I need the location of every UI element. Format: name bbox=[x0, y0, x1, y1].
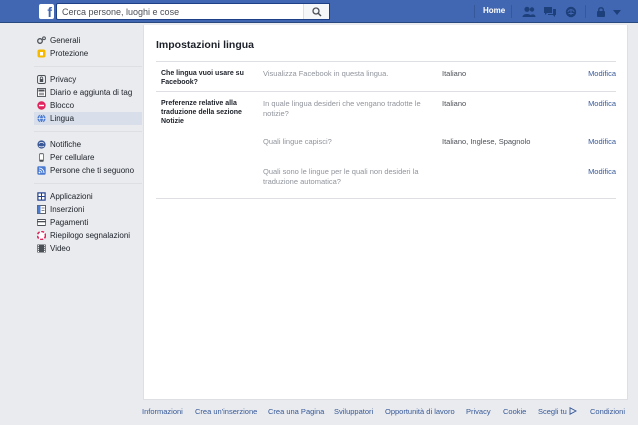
shield-icon bbox=[37, 49, 46, 58]
friend-requests-icon[interactable] bbox=[522, 5, 536, 18]
setting-description: Quali lingue capisci? bbox=[263, 137, 332, 146]
privacy-shortcuts-icon[interactable] bbox=[594, 5, 608, 18]
sidebar-item-label: Per cellulare bbox=[50, 153, 95, 162]
sidebar-item-applicazioni[interactable]: Applicazioni bbox=[34, 190, 142, 203]
sidebar-item-label: Video bbox=[50, 244, 71, 253]
setting-sub-row: Quali sono le lingue per le quali non de… bbox=[156, 160, 616, 199]
search-button[interactable] bbox=[303, 4, 329, 19]
setting-value: Italiano bbox=[442, 99, 467, 108]
setting-description: Quali sono le lingue per le quali non de… bbox=[263, 167, 419, 186]
mobile-icon bbox=[37, 153, 46, 162]
apps-icon bbox=[37, 192, 46, 201]
language-settings-table: Che lingua vuoi usare su Facebook? Visua… bbox=[156, 61, 616, 199]
sidebar-item-pagamenti[interactable]: Pagamenti bbox=[34, 216, 142, 229]
globe-icon bbox=[37, 114, 46, 123]
sidebar-item-label: Applicazioni bbox=[50, 192, 93, 201]
nav-separator bbox=[585, 5, 586, 18]
sidebar-item-video[interactable]: Video bbox=[34, 242, 142, 255]
sidebar-divider bbox=[34, 66, 142, 67]
search-box bbox=[56, 3, 330, 20]
footer-link-crea-pagina[interactable]: Crea una Pagina bbox=[268, 407, 324, 416]
sidebar-item-lingua[interactable]: Lingua bbox=[34, 112, 142, 125]
video-icon bbox=[37, 244, 46, 253]
sidebar-item-generali[interactable]: Generali bbox=[34, 34, 142, 47]
sidebar-item-diario[interactable]: Diario e aggiunta di tag bbox=[34, 86, 142, 99]
settings-content-panel: Impostazioni lingua Che lingua vuoi usar… bbox=[143, 25, 628, 400]
sidebar-item-label: Riepilogo segnalazioni bbox=[50, 231, 131, 240]
settings-sidebar: Generali Protezione Privacy Diario e agg… bbox=[34, 34, 142, 255]
home-link[interactable]: Home bbox=[483, 6, 505, 15]
sidebar-item-persone-che-ti-seguono[interactable]: Persone che ti seguono bbox=[34, 164, 142, 177]
sidebar-item-label: Persone che ti seguono bbox=[50, 166, 135, 175]
footer-link-scegli-tu[interactable]: Scegli tu bbox=[538, 407, 577, 416]
sidebar-divider bbox=[34, 131, 142, 132]
sidebar-item-per-cellulare[interactable]: Per cellulare bbox=[34, 151, 142, 164]
edit-link[interactable]: Modifica bbox=[588, 69, 616, 78]
messages-icon[interactable] bbox=[543, 5, 557, 18]
edit-link[interactable]: Modifica bbox=[588, 99, 616, 108]
footer-link-label: Scegli tu bbox=[538, 407, 567, 416]
setting-sub-row: In quale lingua desideri che vengano tra… bbox=[156, 92, 616, 130]
page-title: Impostazioni lingua bbox=[156, 39, 255, 51]
sidebar-item-label: Protezione bbox=[50, 49, 89, 58]
support-inbox-icon bbox=[36, 230, 47, 241]
sidebar-item-notifiche[interactable]: Notifiche bbox=[34, 138, 142, 151]
lock-icon bbox=[37, 75, 46, 84]
timeline-icon bbox=[37, 88, 46, 97]
sidebar-item-privacy[interactable]: Privacy bbox=[34, 73, 142, 86]
sidebar-item-label: Inserzioni bbox=[50, 205, 85, 214]
notifications-icon[interactable] bbox=[564, 5, 578, 18]
facebook-logo[interactable]: f bbox=[39, 4, 54, 19]
sidebar-item-label: Pagamenti bbox=[50, 218, 89, 227]
setting-description: Visualizza Facebook in questa lingua. bbox=[263, 69, 389, 78]
rss-icon bbox=[37, 166, 46, 175]
nav-separator bbox=[511, 5, 512, 18]
sidebar-item-label: Diario e aggiunta di tag bbox=[50, 88, 133, 97]
gear-icon bbox=[37, 36, 46, 45]
sidebar-item-label: Lingua bbox=[50, 114, 75, 123]
setting-value: Italiano bbox=[442, 69, 467, 78]
setting-description: In quale lingua desideri che vengano tra… bbox=[263, 99, 421, 118]
payments-icon bbox=[36, 218, 47, 227]
footer-link-sviluppatori[interactable]: Sviluppatori bbox=[334, 407, 373, 416]
setting-sub-row: Visualizza Facebook in questa lingua. It… bbox=[156, 62, 616, 92]
sidebar-item-protezione[interactable]: Protezione bbox=[34, 47, 142, 60]
top-navigation-bar: f Home bbox=[0, 0, 638, 23]
sidebar-item-label: Privacy bbox=[50, 75, 77, 84]
sidebar-item-label: Generali bbox=[50, 36, 81, 45]
search-input[interactable] bbox=[57, 4, 297, 19]
sidebar-item-label: Notifiche bbox=[50, 140, 82, 149]
footer-link-cookie[interactable]: Cookie bbox=[503, 407, 526, 416]
setting-row-facebook-language: Che lingua vuoi usare su Facebook? Visua… bbox=[156, 62, 616, 92]
ads-icon bbox=[37, 205, 46, 214]
footer-link-informazioni[interactable]: Informazioni bbox=[142, 407, 183, 416]
sidebar-divider bbox=[34, 183, 142, 184]
setting-value: Italiano, Inglese, Spagnolo bbox=[442, 137, 531, 146]
setting-row-news-feed-translation: Preferenze relative alla traduzione dell… bbox=[156, 92, 616, 199]
footer-link-opportunita-di-lavoro[interactable]: Opportunità di lavoro bbox=[385, 407, 455, 416]
footer-link-condizioni[interactable]: Condizioni bbox=[590, 407, 625, 416]
notifications-globe-icon bbox=[37, 140, 46, 149]
footer-link-crea-inserzione[interactable]: Crea un'inserzione bbox=[195, 407, 257, 416]
footer: Informazioni Crea un'inserzione Crea una… bbox=[142, 407, 632, 419]
nav-separator bbox=[474, 5, 475, 18]
setting-sub-row: Quali lingue capisci? Italiano, Inglese,… bbox=[156, 130, 616, 160]
sidebar-item-label: Blocco bbox=[50, 101, 75, 110]
block-icon bbox=[37, 101, 46, 110]
account-menu-icon[interactable] bbox=[610, 5, 624, 18]
ad-choices-icon bbox=[569, 407, 577, 415]
sidebar-item-riepilogo-segnalazioni[interactable]: Riepilogo segnalazioni bbox=[34, 229, 142, 242]
sidebar-item-inserzioni[interactable]: Inserzioni bbox=[34, 203, 142, 216]
edit-link[interactable]: Modifica bbox=[588, 167, 616, 176]
search-icon bbox=[311, 6, 321, 16]
footer-link-privacy[interactable]: Privacy bbox=[466, 407, 491, 416]
sidebar-item-blocco[interactable]: Blocco bbox=[34, 99, 142, 112]
edit-link[interactable]: Modifica bbox=[588, 137, 616, 146]
